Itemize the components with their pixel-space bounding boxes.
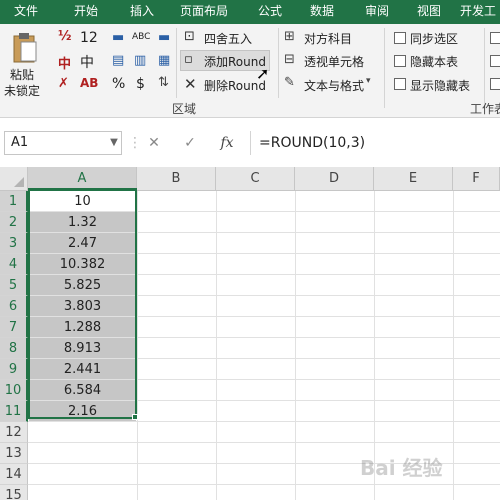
column-header-e[interactable]: E xyxy=(374,167,453,191)
menu-file[interactable]: 文件 xyxy=(14,0,38,24)
chinese-label[interactable]: 中 xyxy=(80,52,94,72)
menu-developer[interactable]: 开发工 xyxy=(460,0,496,24)
grid-line xyxy=(295,191,296,500)
menu-review[interactable]: 审阅 xyxy=(365,0,389,24)
chevron-down-icon[interactable]: ▼ xyxy=(106,131,122,155)
column-header-d[interactable]: D xyxy=(295,167,374,191)
row-header[interactable]: 6 xyxy=(0,296,28,317)
sync-checkbox-icon[interactable] xyxy=(394,32,406,44)
extra-icon-3[interactable] xyxy=(490,78,500,90)
menu-insert[interactable]: 插入 xyxy=(130,0,154,24)
row-header[interactable]: 15 xyxy=(0,485,28,500)
row-header[interactable]: 14 xyxy=(0,464,28,485)
name-box[interactable]: A1 xyxy=(4,131,122,155)
extra-icon[interactable] xyxy=(490,32,500,44)
selection-border xyxy=(28,188,137,419)
row-header[interactable]: 5 xyxy=(0,275,28,296)
font-size-value[interactable]: 12 xyxy=(80,30,98,46)
ribbon-separator xyxy=(176,28,177,98)
show-hidden-button[interactable]: 显示隐藏表 xyxy=(410,77,470,94)
ribbon-separator-3 xyxy=(384,28,385,108)
row-header[interactable]: 4 xyxy=(0,254,28,275)
select-all-corner[interactable] xyxy=(0,167,28,191)
clipboard-icon xyxy=(13,33,37,63)
grid-line xyxy=(216,191,217,500)
grid-line xyxy=(137,191,138,500)
ribbon: 粘贴 未锁定 ½ 12 中 中 ✗ AB ▬ ABC ▬ ▤ ▥ ▦ % $ ⇅… xyxy=(0,24,500,118)
menu-bar: 文件 开始 插入 页面布局 公式 数据 审阅 视图 开发工 xyxy=(0,0,500,24)
delete-round-button[interactable]: 删除Round xyxy=(204,77,266,94)
row-header[interactable]: 9 xyxy=(0,359,28,380)
row-header[interactable]: 11 xyxy=(0,401,28,422)
fill-handle[interactable] xyxy=(132,414,138,420)
align-accounts-icon: ⊞ xyxy=(284,29,295,44)
watermark: Bai 经验 xyxy=(360,456,443,480)
indent-icon[interactable]: ▥ xyxy=(134,53,146,68)
column-header-c[interactable]: C xyxy=(216,167,295,191)
enter-icon[interactable]: ✓ xyxy=(178,131,202,155)
align-accounts-button[interactable]: 对方科目 xyxy=(304,30,352,47)
chinese-convert-red-icon[interactable]: 中 xyxy=(58,53,71,72)
pivot-cell-icon: ⊟ xyxy=(284,52,295,67)
row-header[interactable]: 2 xyxy=(0,212,28,233)
abc-label[interactable]: ABC xyxy=(132,32,150,42)
paste-label: 粘贴 xyxy=(10,68,35,82)
hide-sheet-button[interactable]: 隐藏本表 xyxy=(410,53,458,70)
hide-sheet-icon[interactable] xyxy=(394,55,406,67)
row-header[interactable]: 7 xyxy=(0,317,28,338)
paste-button[interactable]: 粘贴 未锁定 xyxy=(4,28,46,98)
text-format-button[interactable]: 文本与格式 xyxy=(304,77,364,94)
column-header-f[interactable]: F xyxy=(453,167,500,191)
dollar-icon[interactable]: $ xyxy=(136,76,145,92)
ribbon-separator-2 xyxy=(278,28,279,98)
paste-sub-label: 未锁定 xyxy=(4,84,41,98)
ribbon-separator-4 xyxy=(484,28,485,108)
error-check-icon[interactable]: ✗ xyxy=(58,76,69,91)
round-icon: ⊡ xyxy=(184,29,195,44)
list-icon[interactable]: ▦ xyxy=(158,53,170,68)
show-hidden-icon[interactable] xyxy=(394,78,406,90)
menu-page-layout[interactable]: 页面布局 xyxy=(180,0,228,24)
minus-icon[interactable]: ▬ xyxy=(112,30,124,45)
percent-icon[interactable]: % xyxy=(112,76,125,92)
sync-selection-button[interactable]: 同步选区 xyxy=(410,30,458,47)
column-header-b[interactable]: B xyxy=(137,167,216,191)
grid-line xyxy=(453,191,454,500)
row-header[interactable]: 13 xyxy=(0,443,28,464)
menu-view[interactable]: 视图 xyxy=(417,0,441,24)
number-format-red-icon[interactable]: ½ xyxy=(58,29,71,44)
grid-line xyxy=(28,484,500,485)
row-header[interactable]: 10 xyxy=(0,380,28,401)
grid-line xyxy=(28,421,500,422)
formula-input[interactable]: =ROUND(10,3) xyxy=(250,131,496,155)
sort-icon[interactable]: ⇅ xyxy=(158,75,169,90)
round-button[interactable]: 四舍五入 xyxy=(204,30,252,47)
fx-button[interactable]: fx xyxy=(214,131,240,155)
row-header[interactable]: 8 xyxy=(0,338,28,359)
pivot-cell-button[interactable]: 透视单元格 xyxy=(304,53,364,70)
group-area-label: 区域 xyxy=(172,102,197,116)
row-header[interactable]: 1 xyxy=(0,191,28,212)
row-header[interactable]: 12 xyxy=(0,422,28,443)
grid-line xyxy=(28,442,500,443)
menu-home[interactable]: 开始 xyxy=(74,0,98,24)
menu-data[interactable]: 数据 xyxy=(310,0,334,24)
ab-red-icon[interactable]: AB xyxy=(80,76,98,90)
add-round-icon: ▫ xyxy=(184,52,193,67)
group-sheet-label: 工作表 xyxy=(470,102,500,116)
cancel-icon[interactable]: ✕ xyxy=(142,131,166,155)
menu-formulas[interactable]: 公式 xyxy=(258,0,282,24)
row-header[interactable]: 3 xyxy=(0,233,28,254)
drag-handle-icon[interactable]: ⋮ xyxy=(128,131,142,155)
dropdown-arrow-icon[interactable]: ▾ xyxy=(366,76,371,86)
extra-icon-2[interactable] xyxy=(490,55,500,67)
align-icon[interactable]: ▤ xyxy=(112,53,124,68)
delete-round-icon: ✕ xyxy=(184,75,197,93)
minus-blue-icon[interactable]: ▬ xyxy=(158,30,170,45)
select-all-icon xyxy=(14,177,24,187)
text-format-icon: ✎ xyxy=(284,75,295,90)
